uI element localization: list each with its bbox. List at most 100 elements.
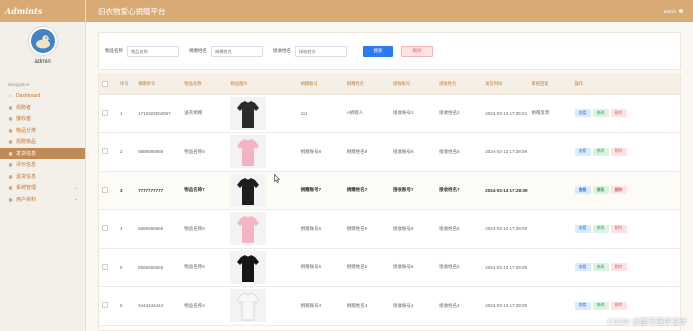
- sidebar-item-4[interactable]: ▦ 捐赠物品: [0, 136, 85, 148]
- sidebar-item-label: 捐赠者: [16, 104, 32, 111]
- search-input-item[interactable]: [127, 45, 179, 57]
- row-checkbox[interactable]: [102, 302, 108, 309]
- sidebar-item-8[interactable]: ▦ 系统管理 ⌄: [0, 182, 85, 194]
- column-header-7: 接收账号: [389, 75, 437, 95]
- row-checkbox[interactable]: [102, 109, 108, 116]
- sidebar: Admints admin Navigation ⌂ Dashboard ▦ 捐赠者 ▦…: [0, 0, 86, 331]
- cell-time: 2024-03-13 17:28:09: [482, 132, 529, 172]
- cell-item: 送衣捐赠: [181, 94, 228, 133]
- data-table-container: 序号 捐赠单号 物品名称 物品图片 捐赠账号 捐赠姓名 接收账号 接收姓名 发货时间 审核回复 操作…: [98, 74, 681, 331]
- shipping-table: 序号 捐赠单号 物品名称 物品图片 捐赠账号 捐赠姓名 接收账号 接收姓名 发货时间 审核回复 操作…: [99, 75, 680, 326]
- cell-item: 物品名称5: [181, 248, 228, 287]
- edit-button[interactable]: 修改: [592, 301, 609, 310]
- view-button[interactable]: 查看: [574, 186, 591, 195]
- cell-recv_name: 接收姓名7: [436, 171, 483, 210]
- nav-section-title: Navigation: [8, 82, 30, 87]
- view-button[interactable]: 查看: [574, 301, 591, 310]
- sidebar-item-5[interactable]: ▦ 发货信息: [0, 147, 85, 159]
- column-header-0[interactable]: [99, 75, 118, 95]
- view-button[interactable]: 查看: [574, 109, 591, 118]
- row-checkbox-cell[interactable]: [99, 209, 118, 249]
- row-checkbox-cell[interactable]: [99, 132, 118, 172]
- cell-recv_acc: 接收账号6: [389, 209, 437, 249]
- item-thumbnail[interactable]: [230, 212, 267, 246]
- cell-item: 物品名称4: [181, 286, 228, 326]
- row-checkbox-cell[interactable]: [99, 286, 118, 326]
- cell-actions: 查看 修改 删除: [571, 171, 680, 210]
- table-row: 6 4444444444 物品名称4 捐赠账号4 捐赠姓名4 接收账号4 接收姓名4 2024…: [99, 286, 680, 326]
- sidebar-item-0[interactable]: ⌂ Dashboard: [0, 90, 85, 102]
- sidebar-item-6[interactable]: ▦ 评价信息: [0, 159, 85, 171]
- edit-button[interactable]: 修改: [592, 263, 609, 272]
- cell-time: 2024-03-13 17:28:09: [482, 209, 529, 249]
- row-checkbox[interactable]: [102, 186, 108, 193]
- cell-no: 2: [117, 132, 136, 172]
- duck-icon: [35, 35, 51, 49]
- select-all-checkbox[interactable]: [102, 80, 108, 87]
- cell-donor_name: 捐赠姓名7: [343, 171, 390, 210]
- row-checkbox-cell[interactable]: [99, 171, 118, 210]
- view-button[interactable]: 查看: [574, 147, 591, 156]
- cell-recv_name: 接收姓名4: [436, 286, 483, 326]
- grid-icon: ▦: [8, 127, 13, 133]
- grid-icon: ▦: [8, 104, 13, 110]
- sidebar-item-label: 物品分类: [16, 127, 37, 134]
- edit-button[interactable]: 修改: [592, 224, 609, 233]
- row-checkbox-cell[interactable]: [99, 94, 118, 133]
- search-input-receiver[interactable]: [295, 45, 347, 57]
- edit-button[interactable]: 修改: [592, 186, 609, 195]
- cell-donor_name: 捐赠姓名8: [343, 132, 390, 172]
- cell-donor_name: A捐赠人: [343, 94, 390, 133]
- cell-reply: [528, 209, 572, 249]
- search-input-donor[interactable]: [211, 45, 263, 57]
- delete-button[interactable]: 删除: [610, 147, 627, 156]
- brand-logo[interactable]: Admints: [0, 0, 85, 22]
- sidebar-item-label: 退货信息: [16, 173, 37, 180]
- cell-actions: 查看 修改 删除: [571, 209, 680, 249]
- delete-button[interactable]: 删除: [610, 263, 627, 272]
- batch-delete-button[interactable]: 删除: [401, 45, 433, 57]
- sidebar-item-label: 捐赠物品: [16, 139, 37, 146]
- delete-button[interactable]: 删除: [610, 186, 627, 195]
- tshirt-image: [230, 289, 267, 323]
- header-user-menu[interactable]: admin: [664, 9, 683, 14]
- item-thumbnail[interactable]: [230, 289, 267, 323]
- row-checkbox[interactable]: [102, 225, 108, 232]
- row-checkbox[interactable]: [102, 148, 108, 155]
- column-header-6: 捐赠姓名: [343, 75, 390, 95]
- sidebar-item-3[interactable]: ▦ 物品分类: [0, 125, 85, 137]
- cell-time: 2024-03-13 17:28:09: [482, 171, 529, 210]
- cell-order: 4444444444: [135, 286, 182, 326]
- sidebar-item-9[interactable]: ▦ 用户资料 ⌄: [0, 194, 85, 206]
- cell-item: 物品名称8: [181, 132, 228, 172]
- edit-button[interactable]: 修改: [592, 109, 609, 118]
- search-panel: 物品名称 捐赠姓名 接收姓名 搜索 删除: [98, 32, 681, 70]
- delete-button[interactable]: 删除: [610, 301, 627, 310]
- delete-button[interactable]: 删除: [610, 224, 627, 233]
- item-thumbnail[interactable]: [230, 173, 267, 207]
- search-button[interactable]: 搜索: [363, 45, 393, 57]
- delete-button[interactable]: 删除: [610, 109, 627, 118]
- view-button[interactable]: 查看: [574, 263, 591, 272]
- sidebar-item-2[interactable]: ▦ 接收者: [0, 113, 85, 125]
- row-checkbox-cell[interactable]: [99, 248, 118, 287]
- edit-button[interactable]: 修改: [592, 147, 609, 156]
- item-thumbnail[interactable]: [230, 250, 267, 284]
- sidebar-item-7[interactable]: ▦ 退货信息: [0, 171, 85, 183]
- cell-no: 5: [117, 248, 136, 287]
- cell-donor_acc: 捐赠账号7: [297, 171, 344, 210]
- avatar[interactable]: [28, 27, 57, 55]
- sidebar-item-1[interactable]: ▦ 捐赠者: [0, 102, 85, 114]
- row-checkbox[interactable]: [102, 263, 108, 270]
- cell-no: 6: [117, 286, 136, 326]
- view-button[interactable]: 查看: [574, 224, 591, 233]
- item-thumbnail[interactable]: [230, 96, 267, 130]
- user-dot-icon: [679, 9, 683, 13]
- cell-donor_name: 捐赠姓名5: [343, 248, 390, 287]
- item-thumbnail[interactable]: [230, 135, 267, 169]
- cell-order: 5555555555: [135, 248, 182, 287]
- table-row: 5 5555555555 物品名称5 捐赠账号5 捐赠姓名5 接收账号5 接收姓名5 2024…: [99, 248, 680, 287]
- cell-item: 物品名称7: [181, 171, 228, 210]
- grid-icon: ▦: [8, 139, 13, 145]
- cell-image: [227, 248, 298, 287]
